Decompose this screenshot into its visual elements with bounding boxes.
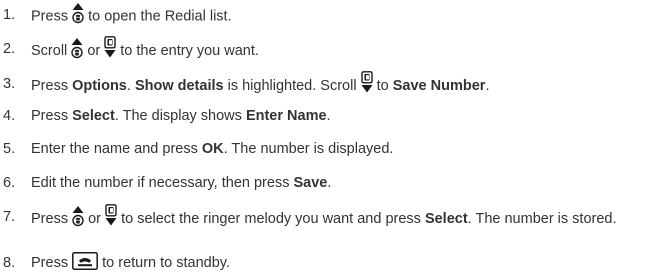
step-number: 2. — [3, 41, 16, 57]
step-text: Enter the name and press OK. The number … — [31, 140, 649, 159]
redial-up-icon — [71, 37, 83, 59]
step-text-fragment: to the entry you want. — [116, 42, 259, 59]
step-text-fragment: to return to standby. — [98, 255, 231, 271]
step-text-fragment: . — [327, 175, 332, 191]
step-number: 3. — [3, 76, 16, 92]
step-text-fragment: . — [326, 108, 331, 124]
step-text-fragment: . The display shows — [114, 108, 246, 124]
step-text-fragment: Edit the number if necessary, then press — [31, 175, 294, 191]
step-text-fragment: to — [372, 77, 393, 94]
redial-up-icon — [72, 205, 84, 227]
step-text-fragment: . — [485, 77, 490, 94]
calls-down-icon — [104, 36, 116, 58]
key-term: OK — [201, 141, 224, 157]
redial-up-icon — [72, 3, 84, 24]
step-text-fragment: . The number is stored. — [467, 210, 617, 227]
step-number: 4. — [3, 108, 16, 124]
step-text-fragment: Press — [31, 108, 73, 124]
key-term: Enter Name — [245, 108, 327, 124]
step-text: Press Select. The display shows Enter Na… — [31, 107, 649, 126]
step-text-fragment: or — [83, 42, 105, 59]
step-text-fragment: . The number is displayed. — [223, 141, 394, 157]
step-text-fragment: or — [84, 210, 106, 227]
calls-down-icon — [360, 71, 373, 93]
step-number: 1. — [3, 7, 16, 23]
step-text-fragment: is highlighted. Scroll — [223, 77, 361, 94]
step-text-fragment: . — [126, 77, 135, 94]
step-number: 6. — [3, 175, 16, 191]
calls-down-icon — [105, 204, 117, 226]
step-text-fragment: to select the ringer melody you want and… — [117, 210, 425, 227]
step-text: Scroll or to the entry you want. — [31, 36, 649, 62]
step-text-fragment: Press — [31, 8, 73, 25]
step-text: Press or to select the ringer melody you… — [31, 204, 649, 230]
key-term: Options — [72, 77, 127, 94]
step-number: 8. — [3, 255, 16, 271]
step-text-fragment: Enter the name and press — [31, 141, 202, 157]
step-text: Press Options. Show details is highlight… — [31, 71, 649, 97]
step-text-fragment: Press — [31, 255, 73, 271]
key-term: Show details — [134, 77, 224, 94]
step-text-fragment: to open the Redial list. — [84, 8, 232, 25]
step-number: 5. — [3, 141, 16, 157]
key-term: Save Number — [392, 77, 486, 94]
key-term: Save — [293, 175, 328, 191]
key-term: Select — [424, 210, 468, 227]
key-term: Select — [72, 108, 115, 124]
step-text: Press to return to standby. — [31, 252, 649, 273]
step-text-fragment: Press — [31, 77, 73, 94]
step-text-fragment: Press — [31, 210, 73, 227]
step-number: 7. — [3, 209, 16, 225]
end-call-icon — [72, 252, 99, 271]
step-text-fragment: Scroll — [31, 42, 72, 59]
step-text: Press to open the Redial list. — [31, 3, 649, 27]
step-text: Edit the number if necessary, then press… — [31, 174, 649, 193]
